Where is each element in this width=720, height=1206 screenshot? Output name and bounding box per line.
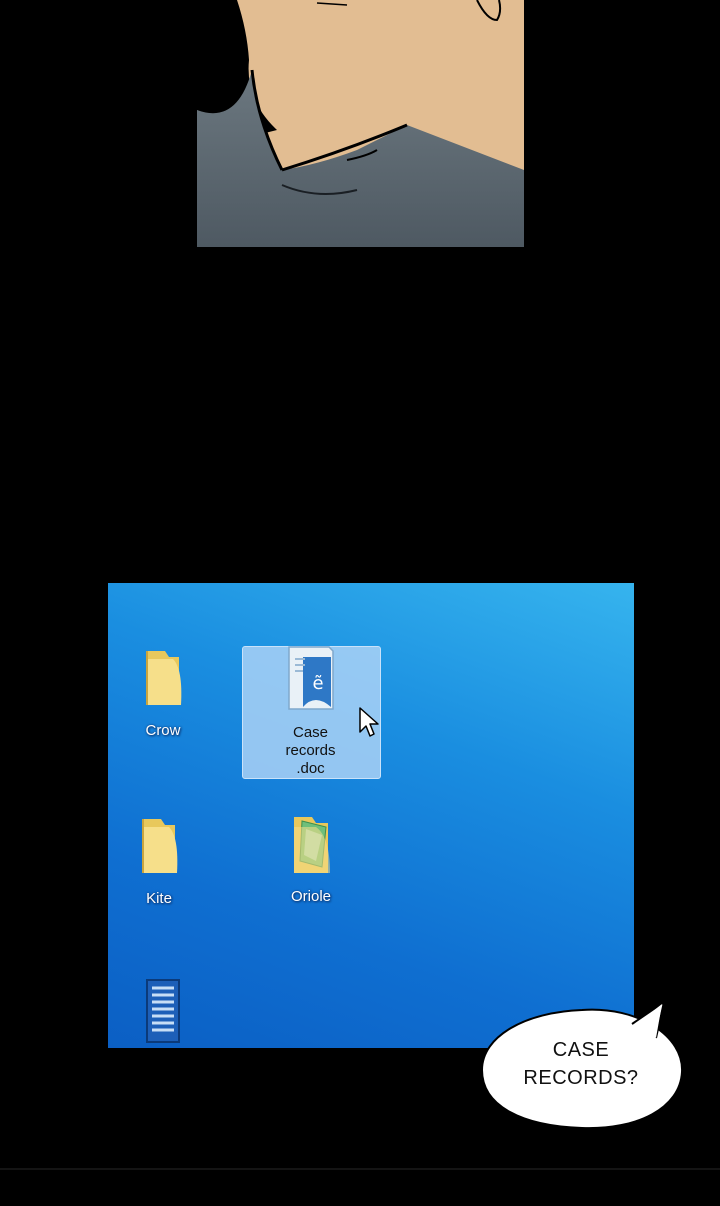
desktop-icon-oriole[interactable]: Oriole: [276, 811, 346, 906]
icon-label-crow: Crow: [145, 722, 181, 739]
character-illustration: [197, 0, 524, 247]
svg-text:ẽ: ẽ: [312, 673, 323, 694]
desktop-icon-archive[interactable]: [140, 978, 186, 1048]
document-icon: ẽ: [287, 646, 334, 710]
folder-icon: [146, 651, 182, 705]
comic-panel-top: [197, 0, 524, 247]
bubble-line-1: CASE: [552, 1039, 610, 1061]
desktop-icon-kite[interactable]: Kite: [124, 813, 194, 908]
desktop-icon-crow[interactable]: Crow: [128, 645, 198, 740]
archive-icon: [146, 979, 180, 1043]
speech-bubble: CASE RECORDS?: [478, 996, 688, 1132]
folder-icon: [142, 819, 178, 873]
mouse-pointer-icon: [359, 707, 379, 737]
icon-label-case-line3: .doc: [296, 760, 325, 777]
icon-label-case-line2: records: [285, 742, 336, 759]
desktop-screen: Crow ẽ Case records .doc Kite Oriole: [108, 583, 634, 1048]
bubble-line-2: RECORDS?: [523, 1067, 639, 1089]
icon-label-oriole: Oriole: [290, 888, 331, 905]
icon-label-kite: Kite: [146, 890, 172, 907]
divider: [0, 1168, 720, 1170]
icon-label-case-line1: Case: [292, 724, 329, 741]
desktop-icon-case-records[interactable]: ẽ Case records .doc: [258, 643, 363, 778]
bubble-text: CASE RECORDS?: [478, 1036, 684, 1092]
folder-with-files-icon: [294, 817, 330, 873]
